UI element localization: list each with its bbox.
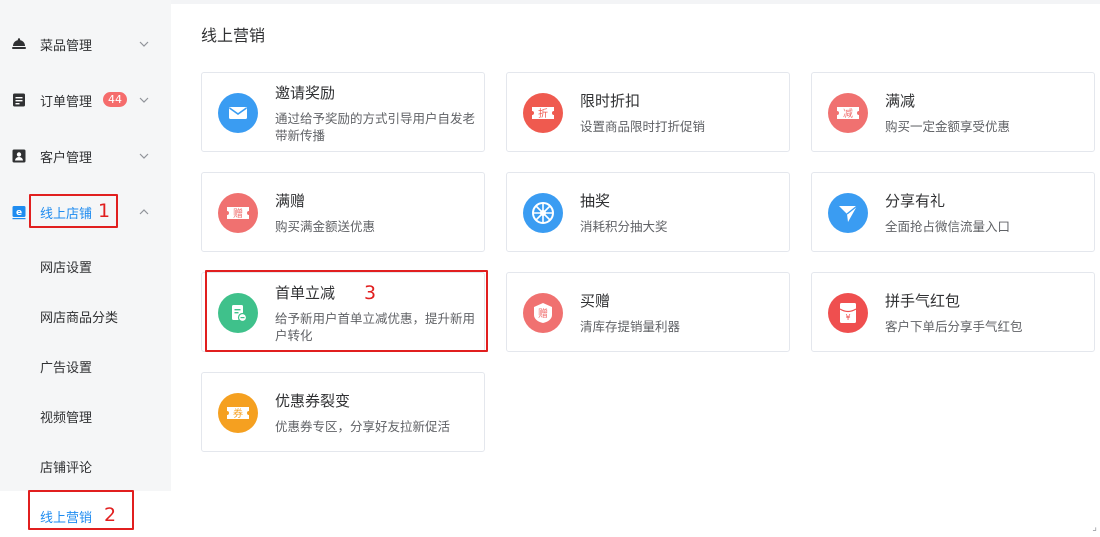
card-lucky-red-packet[interactable]: ¥ 拼手气红包 客户下单后分享手气红包 xyxy=(811,272,1095,352)
lottery-wheel-icon xyxy=(523,193,563,233)
first-order-icon xyxy=(218,293,258,333)
card-title: 分享有礼 xyxy=(885,192,946,210)
resize-corner-icon: ⌟ xyxy=(1092,522,1097,533)
sidebar-item-orders[interactable]: 订单管理 44 xyxy=(0,72,171,128)
sidebar-subitem-video-management[interactable]: 视频管理 xyxy=(0,391,171,441)
sidebar-subitem-store-settings[interactable]: 网店设置 xyxy=(0,241,171,291)
card-description: 设置商品限时打折促销 xyxy=(580,119,706,134)
sidebar-subitem-online-marketing[interactable]: 线上营销 xyxy=(0,491,171,537)
sidebar-subitem-label: 网店设置 xyxy=(40,260,93,276)
card-title: 满赠 xyxy=(275,192,306,210)
envelope-icon xyxy=(218,93,258,133)
card-description: 清库存提销量利器 xyxy=(580,319,681,334)
top-divider xyxy=(171,0,1100,4)
svg-text:赠: 赠 xyxy=(233,207,243,220)
card-title: 优惠券裂变 xyxy=(275,392,351,410)
svg-text:减: 减 xyxy=(843,108,853,120)
card-coupon-fission[interactable]: 券 优惠券裂变 优惠券专区，分享好友拉新促活 xyxy=(201,372,485,452)
sidebar-subitem-label: 网店商品分类 xyxy=(40,310,119,326)
sidebar-subitem-label: 广告设置 xyxy=(40,360,93,376)
svg-text:折: 折 xyxy=(538,107,548,120)
sidebar-item-dishes[interactable]: 菜品管理 xyxy=(0,16,171,72)
chevron-up-icon xyxy=(139,209,149,215)
card-description: 给予新用户首单立减优惠，提升新用户转化 xyxy=(275,311,476,343)
card-title: 抽奖 xyxy=(580,192,611,210)
card-description: 通过给予奖励的方式引导用户自发老带新传播 xyxy=(275,111,476,143)
user-card-icon xyxy=(12,149,26,163)
order-count-badge: 44 xyxy=(103,92,127,107)
card-buy-gift[interactable]: 赠 买赠 清库存提销量利器 xyxy=(506,272,790,352)
chevron-down-icon xyxy=(139,153,149,159)
sidebar-item-online-store[interactable]: e 线上店铺 xyxy=(0,184,171,240)
coupon-icon: 券 xyxy=(218,393,258,433)
card-title: 邀请奖励 xyxy=(275,84,336,102)
card-lottery[interactable]: 抽奖 消耗积分抽大奖 xyxy=(506,172,790,252)
gift-ticket-icon: 赠 xyxy=(218,193,258,233)
card-invite-reward[interactable]: 邀请奖励 通过给予奖励的方式引导用户自发老带新传播 xyxy=(201,72,485,152)
card-description: 购买一定金额享受优惠 xyxy=(885,119,1011,134)
card-title: 限时折扣 xyxy=(580,92,641,110)
card-description: 客户下单后分享手气红包 xyxy=(885,319,1023,334)
svg-text:e: e xyxy=(16,208,22,218)
sidebar-subitem-product-categories[interactable]: 网店商品分类 xyxy=(0,291,171,341)
page-title: 线上营销 xyxy=(201,26,266,45)
svg-text:赠: 赠 xyxy=(538,307,548,320)
sidebar-subitem-ad-settings[interactable]: 广告设置 xyxy=(0,341,171,391)
card-description: 购买满金额送优惠 xyxy=(275,219,376,234)
e-store-icon: e xyxy=(12,206,26,220)
sidebar-subitem-store-reviews[interactable]: 店铺评论 xyxy=(0,441,171,491)
sidebar-item-label: 客户管理 xyxy=(40,150,93,166)
card-first-order-discount[interactable]: 首单立减 给予新用户首单立减优惠，提升新用户转化 xyxy=(201,272,485,352)
dish-cover-icon xyxy=(12,38,26,49)
order-list-icon xyxy=(13,93,25,107)
chevron-down-icon xyxy=(139,41,149,47)
sidebar-item-label: 订单管理 xyxy=(40,94,93,110)
sidebar-subitem-label: 线上营销 xyxy=(40,510,93,526)
card-full-reduction[interactable]: 减 满减 购买一定金额享受优惠 xyxy=(811,72,1095,152)
chevron-down-icon xyxy=(139,97,149,103)
share-plane-icon xyxy=(828,193,868,233)
sidebar-subitem-label: 店铺评论 xyxy=(40,460,93,476)
card-limited-discount[interactable]: 折 限时折扣 设置商品限时打折促销 xyxy=(506,72,790,152)
svg-text:券: 券 xyxy=(233,407,243,420)
card-title: 拼手气红包 xyxy=(885,292,961,310)
buy-gift-badge-icon: 赠 xyxy=(523,293,563,333)
reduction-ticket-icon: 减 xyxy=(828,93,868,133)
sidebar: 菜品管理 订单管理 44 客户管理 e 线上店铺 网店设置 网店商品分类 广告设… xyxy=(0,0,171,537)
card-title: 首单立减 xyxy=(275,284,336,302)
sidebar-item-label: 线上店铺 xyxy=(40,206,93,222)
card-description: 全面抢占微信流量入口 xyxy=(885,219,1011,234)
red-packet-icon: ¥ xyxy=(828,293,868,333)
sidebar-subitem-label: 视频管理 xyxy=(40,410,93,426)
discount-ticket-icon: 折 xyxy=(523,93,563,133)
card-full-gift[interactable]: 赠 满赠 购买满金额送优惠 xyxy=(201,172,485,252)
card-title: 满减 xyxy=(885,92,916,110)
sidebar-item-customers[interactable]: 客户管理 xyxy=(0,128,171,184)
sidebar-item-label: 菜品管理 xyxy=(40,38,93,54)
svg-text:¥: ¥ xyxy=(845,313,850,322)
card-description: 优惠券专区，分享好友拉新促活 xyxy=(275,419,451,434)
card-title: 买赠 xyxy=(580,292,611,310)
card-description: 消耗积分抽大奖 xyxy=(580,219,668,234)
card-share-gift[interactable]: 分享有礼 全面抢占微信流量入口 xyxy=(811,172,1095,252)
